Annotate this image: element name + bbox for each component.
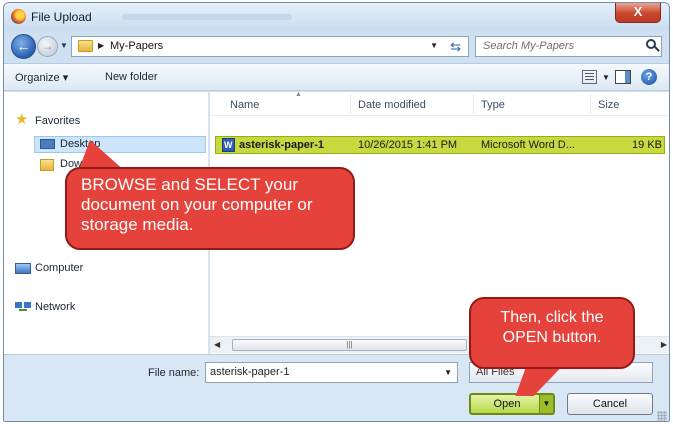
address-dropdown-icon[interactable]: ▼ [430,41,438,50]
open-button[interactable]: Open ▼ [469,393,555,415]
file-row-selected[interactable]: asterisk-paper-1 10/26/2015 1:41 PM Micr… [215,136,665,154]
column-type[interactable]: Type [481,99,505,111]
scroll-left-icon[interactable]: ◀ [214,340,220,349]
open-callout: Then, click the OPEN button. [469,297,635,369]
forward-button[interactable]: → [37,36,58,57]
column-headers: ▲ Name Date modified Type Size [210,91,669,116]
column-date-modified[interactable]: Date modified [358,99,426,111]
views-icon[interactable] [582,70,597,84]
word-document-icon [222,138,235,152]
help-icon[interactable]: ? [641,69,657,85]
search-icon[interactable] [646,39,656,49]
file-name-field[interactable]: asterisk-paper-1 ▼ [205,362,458,383]
preview-pane-icon[interactable] [615,70,631,84]
cancel-button-label: Cancel [592,398,628,410]
downloads-folder-icon [40,159,54,171]
blurred-title-text [122,14,292,20]
folder-icon [78,40,93,52]
title-bar: File Upload X [4,3,669,31]
file-name-cell: asterisk-paper-1 [239,139,324,151]
open-split-dropdown-icon[interactable]: ▼ [539,395,553,413]
sidebar-item-favorites[interactable]: Favorites [35,115,80,127]
file-size-cell: 19 KB [632,139,662,151]
breadcrumb-arrow-icon[interactable]: ▶ [98,41,104,50]
new-folder-button[interactable]: New folder [105,71,158,83]
sidebar-item-computer[interactable]: Computer [35,262,83,274]
firefox-icon [11,9,26,24]
column-divider[interactable] [350,94,351,114]
organize-button[interactable]: Organize ▾ [15,71,68,84]
address-row: ← → ▼ ▶ My-Papers ▼ ⇆ Search My-Papers [4,31,669,63]
column-divider[interactable] [473,94,474,114]
search-input[interactable]: Search My-Papers [475,36,662,57]
open-button-label: Open [493,398,521,410]
resize-grip-icon[interactable] [657,411,667,421]
column-divider[interactable] [590,94,591,114]
close-button[interactable]: X [615,3,661,23]
star-icon: ★ [15,111,29,128]
window-title: File Upload [31,10,92,24]
toolbar: Organize ▾ New folder ▼ ? [4,63,669,91]
file-type-cell: Microsoft Word D... [481,139,575,151]
address-bar[interactable]: ▶ My-Papers ▼ ⇆ [71,36,469,57]
refresh-icon[interactable]: ⇆ [450,39,461,55]
file-name-value: asterisk-paper-1 [210,366,290,378]
browse-callout: BROWSE and SELECT your document on your … [65,167,355,250]
scroll-right-icon[interactable]: ▶ [661,340,667,349]
desktop-icon [40,139,55,149]
recent-pages-dropdown[interactable]: ▼ [60,41,68,50]
network-icon [15,302,31,311]
sort-caret-icon: ▲ [295,91,302,98]
sidebar-item-network[interactable]: Network [35,301,75,313]
search-placeholder: Search My-Papers [483,40,575,52]
breadcrumb[interactable]: My-Papers [110,40,163,52]
file-name-label: File name: [148,367,200,379]
scroll-thumb[interactable]: ||| [232,339,467,351]
file-name-dropdown-icon[interactable]: ▼ [444,368,452,377]
file-date-cell: 10/26/2015 1:41 PM [358,139,458,151]
column-size[interactable]: Size [598,99,619,111]
column-name[interactable]: Name [230,99,259,111]
cancel-button[interactable]: Cancel [567,393,653,415]
back-button[interactable]: ← [11,34,36,59]
views-dropdown-icon[interactable]: ▼ [602,73,610,82]
computer-icon [15,263,31,274]
